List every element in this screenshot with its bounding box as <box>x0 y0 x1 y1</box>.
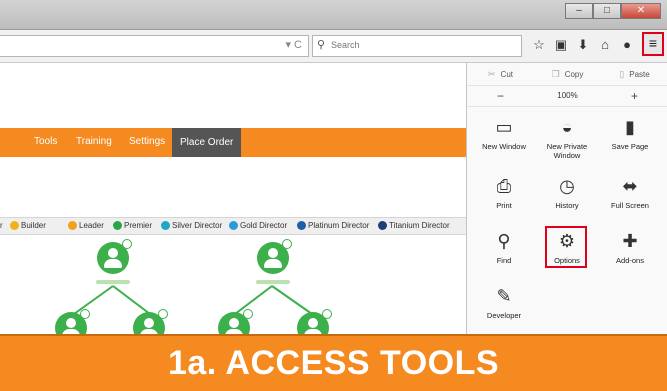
node-label <box>96 280 130 284</box>
builder-dot-icon <box>10 221 19 230</box>
puzzle-icon: ✚ <box>622 231 638 251</box>
instruction-banner: 1a. ACCESS TOOLS <box>0 334 667 391</box>
download-icon[interactable]: ⬇ <box>572 37 594 53</box>
printer-icon: ⎙ <box>496 176 512 196</box>
mask-icon: ◒ <box>561 117 573 137</box>
fullscreen-icon: ⬌ <box>622 176 638 196</box>
gold-director-dot-icon <box>229 221 238 230</box>
legend-label: Platinum Director <box>308 221 370 230</box>
legend-item: Platinum Director <box>297 221 369 230</box>
menu-item-history[interactable]: ◷ History <box>536 175 598 210</box>
reload-icon[interactable]: ▾ C <box>285 38 302 51</box>
legend-item: Titanium Director <box>378 221 450 230</box>
menu-item-label: Save Page <box>611 142 649 151</box>
menu-item-label: New Private Window <box>546 142 588 160</box>
banner-title: 1a. ACCESS TOOLS <box>167 344 500 382</box>
legend-fragment: r <box>0 221 3 230</box>
clock-icon: ◷ <box>559 176 575 196</box>
home-icon[interactable]: ⌂ <box>594 37 616 53</box>
legend-label: Premier <box>124 221 153 230</box>
menu-item-save-page[interactable]: ▮ Save Page <box>599 116 661 151</box>
window-titlebar: – □ ✕ <box>0 0 667 30</box>
page-icon: ▮ <box>625 117 635 137</box>
nav-settings[interactable]: Settings <box>129 136 165 147</box>
nav-training[interactable]: Training <box>76 136 112 147</box>
copy-button[interactable]: ❐ Copy <box>534 63 601 85</box>
site-nav: Tools Training Settings Place Order <box>0 128 470 157</box>
menu-item-label: Print <box>496 201 512 210</box>
legend-item: Premier <box>113 221 152 230</box>
menu-item-print[interactable]: ⎙ Print <box>473 175 535 210</box>
menu-item-new-window[interactable]: ▭ New Window <box>473 116 535 151</box>
legend-label: Builder <box>21 221 46 230</box>
platinum-director-dot-icon <box>297 221 306 230</box>
rank-legend: r Builder Leader Premier Silver Director… <box>0 217 470 235</box>
new-window-icon: ▭ <box>495 117 513 137</box>
toolbar-icons: ☆ ▣ ⬇ ⌂ ● <box>528 37 638 53</box>
nav-place-order[interactable]: Place Order <box>172 128 242 157</box>
menu-item-label: Find <box>496 256 512 265</box>
legend-item: Gold Director <box>229 221 287 230</box>
menu-item-add-ons[interactable]: ✚ Add-ons <box>599 230 661 265</box>
menu-item-label: Developer <box>486 311 522 320</box>
cut-label: Cut <box>500 69 513 79</box>
scissors-icon: ✂ <box>488 68 496 79</box>
chat-icon[interactable]: ● <box>616 37 638 53</box>
menu-item-label: New Window <box>482 142 526 151</box>
legend-label: Silver Director <box>172 221 223 230</box>
paste-button[interactable]: ▯ Paste <box>601 63 667 85</box>
legend-item: Builder <box>10 221 46 230</box>
edit-controls: ✂ Cut ❐ Copy ▯ Paste <box>467 63 667 86</box>
paste-label: Paste <box>629 69 650 79</box>
search-placeholder: Search <box>331 40 360 50</box>
menu-item-new-private-window[interactable]: ◒ New Private Window <box>536 116 598 160</box>
menu-item-label: History <box>555 201 579 210</box>
maximize-button[interactable]: □ <box>593 3 621 19</box>
node-label <box>256 280 290 284</box>
browser-navbar: ▾ C ⚲ Search ☆ ▣ ⬇ ⌂ ● ≡ <box>0 30 667 63</box>
url-bar[interactable]: ▾ C <box>0 35 309 57</box>
premier-dot-icon <box>113 221 122 230</box>
cut-button[interactable]: ✂ Cut <box>467 63 534 85</box>
options-highlight <box>545 226 587 268</box>
paste-icon: ▯ <box>619 68 625 79</box>
search-input[interactable]: ⚲ Search <box>312 35 522 57</box>
legend-item: Silver Director <box>161 221 222 230</box>
close-button[interactable]: ✕ <box>621 3 661 19</box>
legend-item: Leader <box>68 221 104 230</box>
menu-item-developer[interactable]: ✎ Developer <box>473 285 535 320</box>
nav-tools[interactable]: Tools <box>34 136 57 147</box>
menu-item-find[interactable]: ⚲ Find <box>473 230 535 265</box>
menu-item-full-screen[interactable]: ⬌ Full Screen <box>599 175 661 210</box>
star-icon[interactable]: ☆ <box>528 37 550 53</box>
user-node-icon[interactable] <box>97 239 132 274</box>
zoom-in-button[interactable]: + <box>601 86 667 106</box>
legend-label: Gold Director <box>240 221 288 230</box>
menu-item-label: Full Screen <box>611 201 649 210</box>
genealogy-tree <box>0 234 470 344</box>
zoom-level[interactable]: 100% <box>534 86 601 106</box>
legend-label: Leader <box>79 221 104 230</box>
zoom-out-button[interactable]: − <box>467 86 534 106</box>
zoom-controls: − 100% + <box>467 86 667 107</box>
window-controls: – □ ✕ <box>565 3 661 19</box>
open-menu-button[interactable]: ≡ <box>642 32 664 56</box>
firefox-menu-panel: ✂ Cut ❐ Copy ▯ Paste − 100% + ▭ New Wind… <box>466 63 667 334</box>
search-icon: ⚲ <box>317 39 326 51</box>
copy-icon: ❐ <box>551 68 560 79</box>
leader-dot-icon <box>68 221 77 230</box>
magnifier-icon: ⚲ <box>497 231 511 251</box>
minimize-button[interactable]: – <box>565 3 593 19</box>
user-node-icon[interactable] <box>257 239 292 274</box>
legend-label: Titanium Director <box>389 221 450 230</box>
menu-item-label: Add-ons <box>616 256 644 265</box>
titanium-director-dot-icon <box>378 221 387 230</box>
copy-label: Copy <box>564 69 584 79</box>
silver-director-dot-icon <box>161 221 170 230</box>
wrench-icon: ✎ <box>496 286 512 306</box>
clipboard-icon[interactable]: ▣ <box>550 37 572 53</box>
